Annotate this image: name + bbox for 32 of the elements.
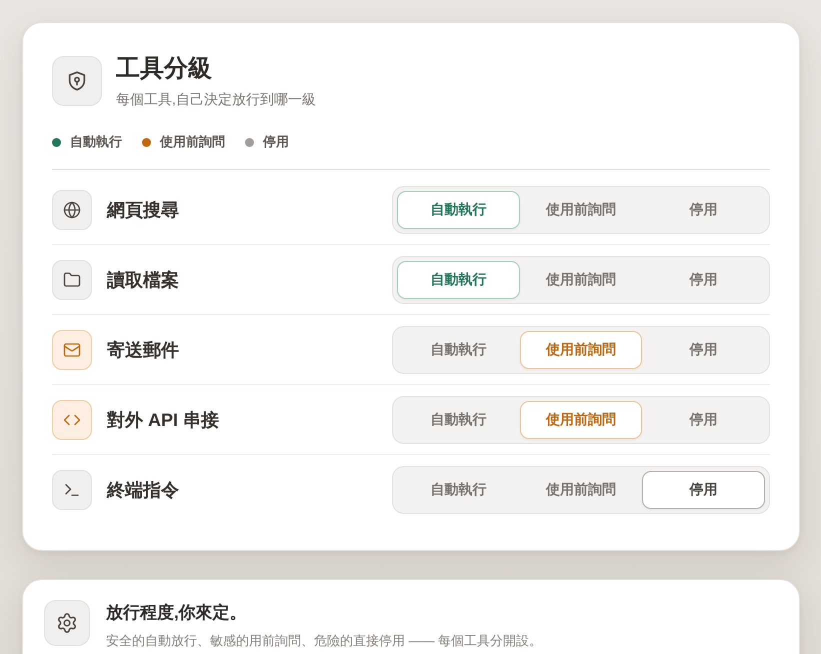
shield-keyhole-icon: [66, 70, 88, 92]
level-option[interactable]: 停用: [642, 260, 765, 298]
level-option[interactable]: 自動執行: [397, 330, 520, 368]
level-option[interactable]: 使用前詢問: [520, 470, 642, 508]
legend-label: 使用前詢問: [160, 134, 225, 150]
folder-icon: [63, 270, 81, 288]
level-option[interactable]: 使用前詢問: [520, 330, 642, 368]
globe-icon: [63, 200, 81, 218]
level-option[interactable]: 使用前詢問: [520, 260, 642, 298]
mail-icon: [63, 340, 81, 358]
legend-label: 停用: [263, 134, 289, 150]
legend-label: 自動執行: [70, 134, 122, 150]
settings-icon: [56, 612, 78, 634]
level-option[interactable]: 停用: [642, 330, 765, 368]
tool-name: 讀取檔案: [107, 268, 179, 292]
card-title: 工具分級: [116, 54, 213, 84]
tool-name: 對外 API 串接: [107, 408, 220, 432]
level-option[interactable]: 自動執行: [397, 400, 520, 438]
level-option[interactable]: 停用: [642, 470, 765, 508]
tool-name: 網頁搜尋: [107, 198, 179, 222]
info-title: 放行程度,你來定。: [106, 602, 248, 624]
level-option[interactable]: 自動執行: [397, 470, 520, 508]
info-text: 安全的自動放行、敏感的用前詢問、危險的直接停用 —— 每個工具分開設。: [106, 632, 542, 649]
tool-name: 終端指令: [107, 478, 179, 502]
tool-name: 寄送郵件: [107, 338, 179, 362]
level-option[interactable]: 停用: [642, 400, 765, 438]
level-option[interactable]: 自動執行: [397, 260, 520, 298]
card-subtitle: 每個工具,自己決定放行到哪一級: [116, 90, 316, 108]
level-option[interactable]: 使用前詢問: [520, 400, 642, 438]
level-option[interactable]: 停用: [642, 190, 765, 228]
level-option[interactable]: 使用前詢問: [520, 190, 642, 228]
level-option[interactable]: 自動執行: [397, 190, 520, 228]
